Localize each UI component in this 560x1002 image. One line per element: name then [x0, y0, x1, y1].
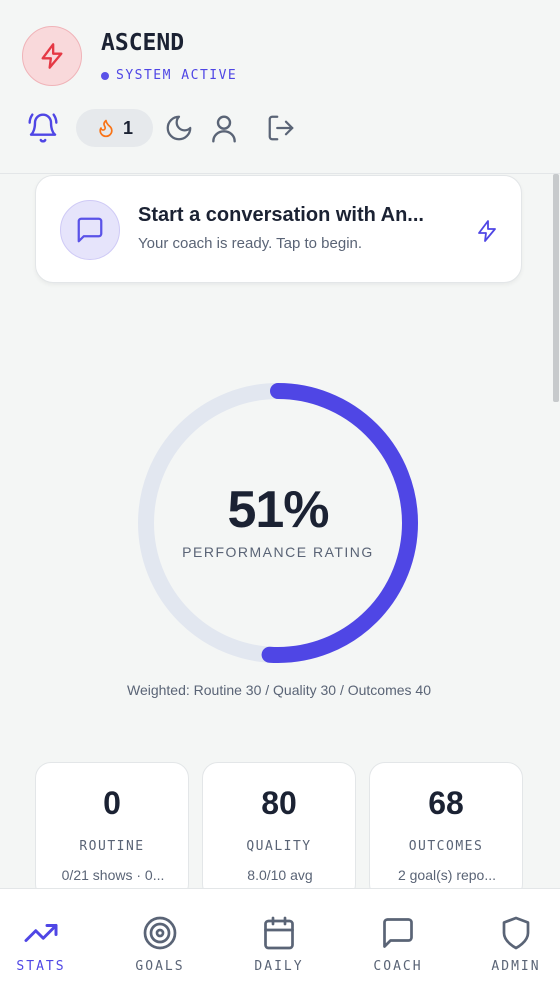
moon-icon [166, 115, 192, 141]
logout-icon [268, 115, 294, 141]
nav-icon [378, 913, 418, 953]
shield-icon [502, 916, 530, 950]
stat-value: 0 [103, 785, 121, 821]
trending-up-icon [24, 924, 58, 942]
nav-label: ADMIN [491, 959, 541, 974]
system-status: SYSTEM ACTIVE [101, 68, 237, 83]
target-icon [143, 916, 177, 950]
stat-label: QUALITY [246, 839, 312, 854]
logout-button[interactable] [264, 111, 298, 145]
stat-label: OUTCOMES [408, 839, 484, 854]
stat-card-routine[interactable]: 0 ROUTINE 0/21 shows · 0... [35, 762, 189, 900]
status-dot [101, 71, 109, 80]
performance-label: PERFORMANCE RATING [182, 544, 374, 560]
nav-label: DAILY [254, 959, 304, 974]
bolt-icon [41, 43, 63, 69]
logo [22, 26, 82, 86]
scrollbar[interactable] [553, 174, 559, 402]
calendar-icon [264, 916, 294, 950]
theme-toggle-button[interactable] [162, 111, 196, 145]
stat-card-quality[interactable]: 80 QUALITY 8.0/10 avg [202, 762, 356, 900]
stat-detail: 8.0/10 avg [247, 867, 313, 883]
status-text: SYSTEM ACTIVE [116, 68, 238, 83]
notifications-button[interactable] [26, 111, 60, 145]
nav-label: GOALS [135, 959, 185, 974]
stat-detail: 0/21 shows · 0... [61, 867, 165, 883]
nav-icon [496, 913, 536, 953]
stat-value: 80 [261, 785, 297, 821]
nav-item-goals[interactable]: GOALS [104, 889, 216, 1002]
chat-icon [77, 217, 103, 243]
nav-item-admin[interactable]: ADMIN [460, 889, 560, 1002]
app-header: ASCEND SYSTEM ACTIVE 1 [0, 0, 560, 174]
bell-icon [28, 113, 58, 143]
coach-avatar [60, 200, 120, 260]
chat-icon [383, 918, 413, 948]
user-icon [212, 115, 236, 143]
flame-icon [99, 119, 113, 138]
performance-value: 51% [227, 481, 329, 539]
bottom-nav: STATS GOALS DAILY COACH ADMIN [0, 888, 560, 1002]
coach-title: Start a conversation with An... [138, 204, 424, 226]
nav-icon [140, 913, 180, 953]
nav-icon [259, 913, 299, 953]
streak-badge[interactable]: 1 [76, 109, 153, 147]
nav-item-stats[interactable]: STATS [0, 889, 97, 1002]
nav-item-coach[interactable]: COACH [342, 889, 454, 1002]
nav-item-daily[interactable]: DAILY [223, 889, 335, 1002]
coach-bolt [474, 218, 500, 244]
stat-card-outcomes[interactable]: 68 OUTCOMES 2 goal(s) repo... [369, 762, 523, 900]
stat-value: 68 [428, 785, 464, 821]
nav-icon [21, 913, 61, 953]
bolt-icon [478, 220, 496, 242]
coach-card[interactable]: Start a conversation with An... Your coa… [35, 175, 522, 283]
coach-subtitle: Your coach is ready. Tap to begin. [138, 235, 363, 252]
profile-button[interactable] [207, 109, 241, 147]
stat-detail: 2 goal(s) repo... [397, 867, 497, 883]
nav-label: COACH [373, 959, 423, 974]
streak-count: 1 [122, 117, 133, 138]
performance-weights: Weighted: Routine 30 / Quality 30 / Outc… [126, 682, 432, 698]
stat-label: ROUTINE [79, 839, 145, 854]
app-title: ASCEND [101, 30, 185, 56]
nav-label: STATS [16, 959, 66, 974]
